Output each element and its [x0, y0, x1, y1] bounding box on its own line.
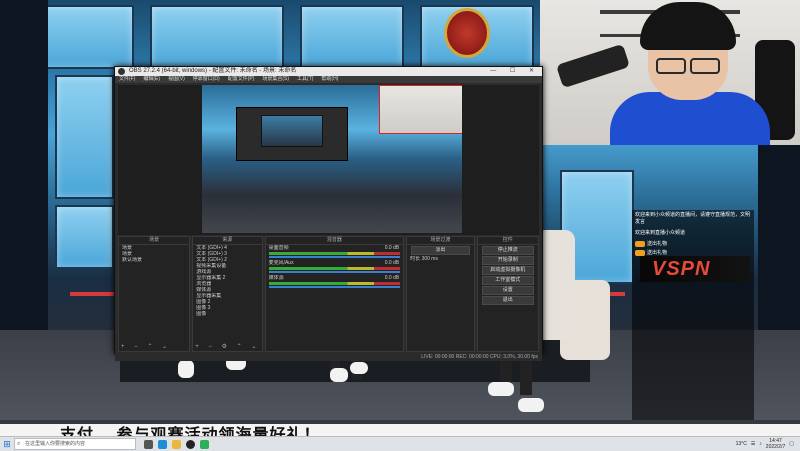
obs-window[interactable]: OBS 27.2.4 (64-bit, windows) - 配置文件: 未命名… [114, 66, 543, 361]
mixer-header: 混音器 [265, 237, 404, 245]
obs-taskbar-icon[interactable] [186, 439, 195, 449]
scene-item[interactable]: 默认场景 [119, 257, 189, 263]
transition-select[interactable]: 淡出 [411, 246, 470, 255]
volume-meter [268, 267, 401, 270]
taskbar-clock[interactable]: 14:47 2022/2/7 [766, 438, 785, 450]
transitions-header: 场景过渡 [407, 237, 474, 245]
taskbar-search-input[interactable]: ⌕ 在这里输入你要搜索的内容 [14, 438, 136, 450]
gift-label: 送出礼物 [647, 250, 668, 256]
volume-slider[interactable] [268, 271, 401, 273]
obs-docks: 场景 场景 场景 默认场景 + − ⌃ ⌄ 来源 文本 (GDI+) 4 文本 … [118, 236, 540, 352]
chat-message: 欢迎来到小众频道的直播间，请遵守直播规范，文明发言 [635, 212, 751, 225]
person-shoe [518, 398, 544, 412]
webcam-overlay [540, 0, 800, 145]
person-leg [520, 355, 532, 395]
studio-pillar [0, 0, 48, 330]
sources-header: 来源 [193, 237, 262, 245]
stop-streaming-button[interactable]: 停止推流 [481, 246, 535, 255]
obs-title: OBS 27.2.4 (64-bit, windows) - 配置文件: 未命名… [129, 68, 297, 74]
mixer-channel-label: 桌面音频 0.0 dB [268, 245, 400, 251]
menu-view[interactable]: 视图(V) [168, 76, 185, 83]
mixer-channel-label: 媒体源 0.0 dB [268, 275, 400, 281]
scenes-header: 场景 [119, 237, 190, 245]
obs-titlebar[interactable]: OBS 27.2.4 (64-bit, windows) - 配置文件: 未命名… [115, 67, 542, 76]
menu-edit[interactable]: 编辑(E) [143, 76, 160, 83]
studio-screen-panel [55, 75, 114, 199]
gift-icon [635, 240, 645, 247]
menu-file[interactable]: 文件(F) [119, 76, 135, 83]
system-tray: 13°C ☰ ♪ 14:47 2022/2/7 ▢ [736, 438, 800, 450]
window-controls[interactable]: — ☐ ✕ [490, 67, 540, 76]
exit-button[interactable]: 退出 [481, 296, 535, 305]
network-icon[interactable]: ☰ [751, 441, 755, 447]
menu-tools[interactable]: 工具(T) [297, 76, 313, 83]
volume-icon[interactable]: ♪ [759, 441, 762, 447]
nested-obs-preview [236, 107, 348, 161]
mixer-dock: 混音器 桌面音频 0.0 dB 麦克风/Aux 0.0 dB 媒体源 0.0 d… [264, 236, 405, 352]
transition-duration[interactable]: 时长 300 ms [407, 256, 473, 262]
search-icon: ⌕ [17, 441, 21, 447]
settings-button[interactable]: 设置 [481, 286, 535, 295]
glasses-lens [690, 58, 720, 74]
obs-menubar: 文件(F) 编辑(E) 视图(V) 停靠窗口(D) 配置文件(P) 场景集合(S… [115, 76, 542, 83]
studio-screen-panel [300, 5, 404, 69]
scene-toolbar[interactable]: + − ⌃ ⌄ [121, 343, 171, 350]
studio-mode-button[interactable]: 工作室模式 [481, 276, 535, 285]
obs-preview[interactable] [118, 85, 539, 235]
controls-dock: 控件 停止推流 开始录制 启动虚拟摄像机 工作室模式 设置 退出 [476, 236, 540, 352]
windows-start-icon[interactable]: ⊞ [0, 437, 14, 451]
folder-icon[interactable] [172, 439, 181, 449]
taskbar-apps [144, 439, 209, 449]
nested-obs-preview-inner [261, 115, 323, 147]
person-shoe [488, 382, 514, 396]
brand-logo: VSPN [652, 258, 711, 280]
menu-help[interactable]: 帮助(H) [321, 76, 338, 83]
notification-icon[interactable]: ▢ [789, 441, 794, 447]
virtual-camera-button[interactable]: 启动虚拟摄像机 [481, 266, 535, 275]
gift-label: 送出礼物 [647, 241, 668, 247]
menu-scene-collection[interactable]: 场景集合(S) [262, 76, 289, 83]
task-view-icon[interactable] [144, 439, 153, 449]
volume-meter [268, 282, 401, 285]
red-stripe [70, 292, 120, 296]
gift-row: 送出礼物 [632, 248, 754, 257]
source-toolbar[interactable]: + − ⚙ ⌃ ⌄ [195, 343, 260, 350]
clock-date: 2022/2/7 [765, 444, 786, 450]
team-logo [444, 8, 490, 58]
preview-canvas[interactable] [202, 85, 462, 233]
sources-dock: 来源 文本 (GDI+) 4 文本 (GDI+) 3 文本 (GDI+) 2 视… [192, 236, 263, 352]
person-shoe [330, 368, 348, 382]
person-shoe [178, 360, 194, 378]
menu-docks[interactable]: 停靠窗口(D) [193, 76, 220, 83]
mixer-channel-label: 麦克风/Aux 0.0 dB [268, 260, 400, 266]
microphone-arm [556, 43, 630, 89]
chat-message: 欢迎来到直播小众频道 [635, 230, 686, 236]
weather-temperature[interactable]: 13°C [736, 441, 747, 447]
live-chat-panel: 欢迎来到小众频道的直播间，请遵守直播规范，文明发言 欢迎来到直播小众频道 送出礼… [632, 210, 754, 420]
obs-statusbar: LIVE: 00:00:00 REC: 00:00:00 CPU: 3.0%, … [115, 353, 542, 361]
search-placeholder: 在这里输入你要搜索的内容 [25, 441, 86, 447]
studio-pillar [758, 140, 800, 340]
edge-icon[interactable] [158, 439, 167, 449]
volume-meter [268, 252, 401, 255]
person-shoe [350, 362, 368, 374]
start-recording-button[interactable]: 开始录制 [481, 256, 535, 265]
controls-header: 控件 [477, 237, 539, 245]
volume-slider[interactable] [268, 256, 401, 258]
gift-icon [635, 249, 645, 256]
preview-webcam-source [379, 85, 462, 134]
menu-profile[interactable]: 配置文件(P) [228, 76, 255, 83]
volume-slider[interactable] [268, 286, 401, 288]
app-icon[interactable] [200, 439, 209, 449]
windows-taskbar: ⊞ ⌕ 在这里输入你要搜索的内容 13°C ☰ ♪ 14:47 2022/2/7… [0, 436, 800, 451]
glasses-lens [656, 58, 686, 74]
studio-screen-panel [55, 205, 114, 269]
studio-screen-panel [150, 5, 284, 69]
obs-logo-icon [118, 68, 125, 75]
transitions-dock: 场景过渡 淡出 时长 300 ms [406, 236, 475, 352]
scenes-dock: 场景 场景 场景 默认场景 + − ⌃ ⌄ [118, 236, 191, 352]
source-item[interactable]: 图像 [193, 311, 261, 317]
gift-row: 送出礼物 [632, 239, 754, 248]
